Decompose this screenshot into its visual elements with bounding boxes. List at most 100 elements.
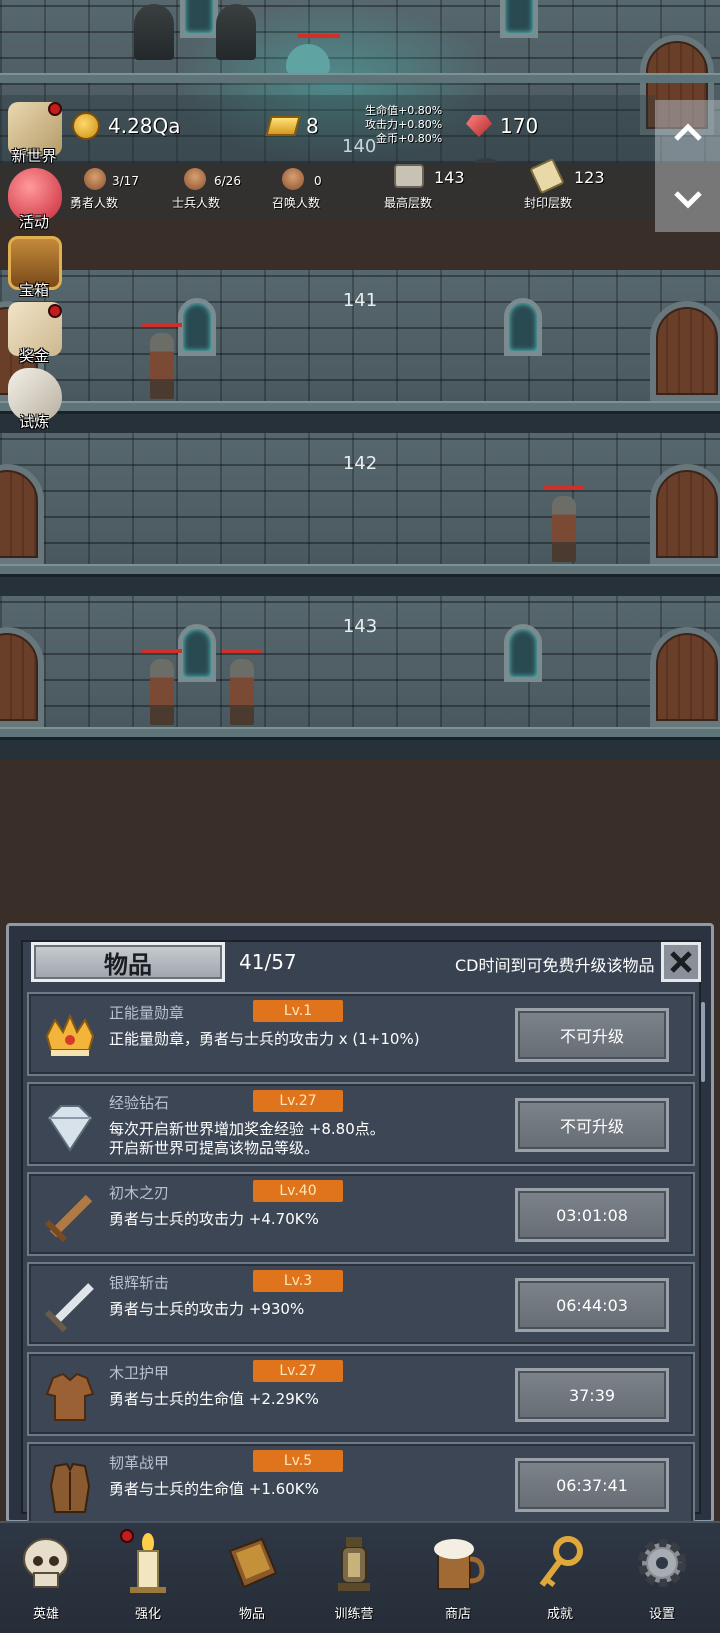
door: [650, 627, 720, 727]
skull-icon: [18, 1533, 74, 1595]
sealed-floor-value: 123: [574, 168, 605, 187]
item-row: 木卫护甲 Lv.27 勇者与士兵的生命值 +2.29K% 37:39: [27, 1352, 695, 1436]
wooden-sword-icon: [39, 1186, 101, 1248]
summon-count-label: 召唤人数: [272, 196, 321, 210]
item-description: 正能量勋章，勇者与士兵的攻击力 x (1+10%): [109, 1030, 420, 1048]
floor-142: 142: [0, 433, 720, 596]
nav-achievements[interactable]: 成就: [516, 1529, 604, 1629]
wooden-armor-icon: [39, 1366, 101, 1428]
item-description: 勇者与士兵的攻击力 +930%: [109, 1300, 305, 1318]
gold-bar-value: 8: [306, 114, 319, 138]
nav-items[interactable]: 物品: [208, 1529, 296, 1629]
floor-walkway: [0, 564, 720, 574]
floor-141: 141: [0, 270, 720, 433]
bonus-button[interactable]: 奖金: [2, 300, 66, 365]
gold-value: 4.28Qa: [108, 114, 181, 138]
summon-count-value: 0: [314, 174, 322, 188]
floor-number: 141: [342, 290, 378, 311]
floor-base: [0, 411, 720, 433]
item-description: 勇者与士兵的生命值 +2.29K%: [109, 1390, 319, 1408]
item-level-badge: Lv.3: [253, 1270, 343, 1292]
item-name: 正能量勋章: [109, 1004, 185, 1022]
item-level-badge: Lv.27: [253, 1360, 343, 1382]
window: [180, 0, 218, 38]
floor-number: 142: [342, 453, 378, 474]
trial-label: 试炼: [18, 413, 49, 431]
sealed-floor-label: 封印层数: [524, 196, 573, 210]
item-description: 每次开启新世界增加奖金经验 +8.80点。 开启新世界可提高该物品等级。: [109, 1120, 385, 1157]
chest-label: 宝箱: [18, 281, 49, 299]
summon-face-icon: [282, 168, 304, 190]
ruby-value: 170: [500, 114, 539, 138]
bonus-label: 奖金: [18, 347, 49, 365]
scroll-up-button[interactable]: [655, 100, 720, 166]
close-button[interactable]: [661, 942, 701, 982]
chest-button[interactable]: 宝箱: [2, 234, 66, 299]
max-floor-label: 最高层数: [384, 196, 433, 210]
soldier-face-icon: [184, 168, 206, 190]
item-level-badge: Lv.40: [253, 1180, 343, 1202]
new-world-button[interactable]: 新世界: [2, 100, 66, 165]
nav-settings[interactable]: 设置: [618, 1529, 706, 1629]
nav-shop[interactable]: 商店: [414, 1529, 502, 1629]
item-name: 木卫护甲: [109, 1364, 170, 1382]
door: [0, 464, 44, 564]
stone-tablet-icon: [394, 164, 424, 188]
item-row: 银辉斩击 Lv.3 勇者与士兵的攻击力 +930% 06:44:03: [27, 1262, 695, 1346]
gear-icon: [634, 1533, 690, 1595]
hero-face-icon: [84, 168, 106, 190]
item-row: 经验钻石 Lv.27 每次开启新世界增加奖金经验 +8.80点。 开启新世界可提…: [27, 1082, 695, 1166]
alert-dot: [48, 102, 62, 116]
upgrade-button[interactable]: 不可升级: [515, 1098, 669, 1152]
ghost-monster: [134, 4, 174, 60]
upgrade-timer-button[interactable]: 06:44:03: [515, 1278, 669, 1332]
soldier-count-value: 6/26: [214, 174, 241, 188]
nav-items-label: 物品: [238, 1607, 265, 1622]
nav-enhance-label: 强化: [134, 1607, 161, 1622]
item-level-badge: Lv.1: [253, 1000, 343, 1022]
nav-training[interactable]: 训练营: [310, 1529, 398, 1629]
trial-button[interactable]: 试炼: [2, 366, 66, 431]
floor-143: 143: [0, 596, 720, 759]
game-screen: { "hud": { "gold": "4.28Qa", "gold_bars"…: [0, 0, 720, 1633]
key-icon: [532, 1533, 588, 1595]
floor-number-140: 140: [342, 136, 377, 157]
floor-walkway: [0, 727, 720, 737]
scroll-down-button[interactable]: [655, 166, 720, 232]
upgrade-button[interactable]: 不可升级: [515, 1008, 669, 1062]
silver-sword-icon: [39, 1276, 101, 1338]
crown-medal-icon: [39, 1006, 101, 1068]
gold-counter: 4.28Qa: [72, 112, 181, 140]
nav-heroes[interactable]: 英雄: [2, 1529, 90, 1629]
book-icon: [224, 1533, 280, 1595]
new-world-label: 新世界: [11, 147, 57, 165]
soldier-count-label: 士兵人数: [172, 196, 221, 210]
zombie-monster: [142, 323, 182, 399]
upgrade-timer-button[interactable]: 37:39: [515, 1368, 669, 1422]
gold-bar-icon: [265, 116, 301, 136]
item-row: 韧革战甲 Lv.5 勇者与士兵的生命值 +1.60K% 06:37:41: [27, 1442, 695, 1526]
gold-bar-counter: 8: [265, 114, 319, 138]
floor-base: [0, 574, 720, 596]
ruby-counter: 170: [466, 114, 538, 138]
leather-armor-icon: [39, 1456, 101, 1518]
upgrade-timer-button[interactable]: 03:01:08: [515, 1188, 669, 1242]
bottom-nav: 英雄 强化 物品 训练营 商店 成就 设置: [0, 1521, 720, 1633]
item-name: 银辉斩击: [109, 1274, 170, 1292]
cd-hint: CD时间到可免费升级该物品: [455, 956, 655, 975]
nav-enhance[interactable]: 强化: [104, 1529, 192, 1629]
events-label: 活动: [18, 213, 49, 231]
items-tab[interactable]: 物品: [31, 942, 225, 982]
door: [650, 464, 720, 564]
events-button[interactable]: 活动: [2, 166, 66, 231]
zombie-monster: [142, 649, 182, 725]
list-scrollbar[interactable]: [701, 1002, 705, 1082]
nav-shop-label: 商店: [444, 1607, 471, 1622]
beer-mug-icon: [430, 1533, 486, 1595]
upgrade-timer-button[interactable]: 06:37:41: [515, 1458, 669, 1512]
item-level-badge: Lv.5: [253, 1450, 343, 1472]
window: [500, 0, 538, 38]
item-row: 初木之刃 Lv.40 勇者与士兵的攻击力 +4.70K% 03:01:08: [27, 1172, 695, 1256]
zombie-monster: [544, 486, 584, 562]
max-floor-value: 143: [434, 168, 465, 187]
